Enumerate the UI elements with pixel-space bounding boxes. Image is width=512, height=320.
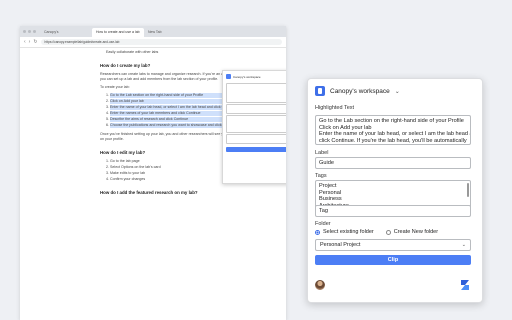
mini-tags-box [226,115,286,133]
workspace-logo-icon [315,86,325,96]
radio-new-label: Create New folder [393,229,439,235]
mini-workspace-title: Canopy's workspace [233,74,261,79]
radio-existing-folder[interactable] [315,229,320,235]
tab-lab-guide[interactable]: How to create and use a lab [92,28,144,37]
tag-input[interactable]: Tag [315,205,471,217]
address-bar-row: ‹ › ↻ https://canopy.example/lab/guide#c… [20,37,286,48]
folder-radio-group: Select existing folder Create New folder [315,229,438,235]
browser-window: Canopy's How to create and use a lab New… [20,26,286,320]
mini-highlight-box [226,83,286,103]
tab-bar: Canopy's How to create and use a lab New… [20,26,286,37]
heading-featured-research: How do I add the featured research on my… [100,190,198,195]
label-input[interactable]: Guide [315,157,471,169]
mini-label-box [226,104,286,114]
url-input[interactable]: https://canopy.example/lab/guide#create-… [40,39,282,45]
popup-footer [315,278,471,292]
mini-clip-button [226,147,286,152]
folder-select-value: Personal Project [320,242,361,248]
highlighted-text-area[interactable]: Go to the Lab section on the right-hand … [315,115,471,145]
reload-icon[interactable]: ↻ [33,39,37,45]
tags-label: Tags [315,173,327,179]
highlighted-line: Go to the Lab section on the right-hand … [319,118,464,124]
mini-folder-box [226,134,286,144]
workspace-header[interactable]: Canopy's workspace ⌄ [315,86,400,96]
chevron-down-icon: ⌄ [461,242,466,248]
highlighted-line: click Continue. If you're the lab head, … [319,137,467,144]
highlighted-line: Enter the name of your lab head, or sele… [319,131,471,137]
extension-popup: Canopy's workspace ⌄ Highlighted Text Go… [307,78,483,303]
intro-bullet: Easily collaborate with other labs [106,50,159,54]
heading-create-lab: How do I create my lab? [100,63,151,68]
folder-select[interactable]: Personal Project ⌄ [315,239,471,251]
workspace-logo-icon [226,74,231,79]
radio-new-folder[interactable] [385,229,391,235]
back-icon[interactable]: ‹ [24,39,26,45]
folder-label: Folder [315,221,331,227]
avatar[interactable] [315,280,325,290]
label-field-label: Label [315,150,329,156]
mini-popup-preview: Canopy's workspace [222,70,286,184]
highlighted-text-label: Highlighted Text [315,105,355,111]
brand-logo-icon[interactable] [459,279,471,291]
workspace-title: Canopy's workspace [330,87,390,95]
tags-scrollbar[interactable] [467,183,469,197]
tab-workspace[interactable]: Canopy's [40,28,92,37]
chevron-down-icon[interactable]: ⌄ [395,88,400,95]
forward-icon[interactable]: › [29,39,31,45]
clip-button[interactable]: Clip [315,255,471,265]
radio-existing-label: Select existing folder [323,229,374,235]
window-controls[interactable] [23,30,36,33]
tab-new[interactable]: New Tab [144,28,196,37]
